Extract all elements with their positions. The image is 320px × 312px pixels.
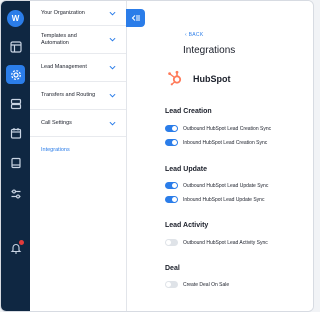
menu-item-lead-management[interactable]: Lead Management [30,54,126,82]
menu-item-templates-and-automation[interactable]: Templates and Automation [30,26,126,54]
chevron-down-icon [109,11,116,16]
dashboard-icon[interactable] [6,37,25,56]
toggle-label: Inbound HubSpot Lead Creation Sync [183,139,268,146]
menu-item-label: Your Organization [41,9,85,16]
menu-link-integrations[interactable]: Integrations [41,147,70,153]
bell-icon[interactable] [6,238,25,257]
book-icon[interactable] [6,153,25,172]
menu-item-label: Call Settings [41,119,72,126]
database-icon[interactable] [6,94,25,113]
toggle-label: Outbound HubSpot Lead Activity Sync [183,239,268,246]
menu-item-label: Templates and Automation [41,32,77,46]
back-link[interactable]: ‹ BACK [185,32,203,38]
collapse-icon [131,15,140,21]
calendar-icon[interactable] [6,123,25,142]
page-title: Integrations [183,45,236,56]
toggle-label: Inbound HubSpot Lead Update Sync [183,196,265,203]
chevron-down-icon [109,93,116,98]
section-title-lead-update: Lead Update [165,166,208,173]
section-title-lead-creation: Lead Creation [165,108,212,115]
chevron-down-icon [109,121,116,126]
routing-icon[interactable] [6,184,25,203]
toggle-row: Inbound HubSpot Lead Creation Sync [165,138,267,147]
settings-menu: Your Organization Templates and Automati… [30,1,127,311]
menu-item-transfers-and-routing[interactable]: Transfers and Routing [30,82,126,110]
menu-item-label: Lead Management [41,64,87,70]
menu-item-call-settings[interactable]: Call Settings [30,110,126,137]
hubspot-logo-icon [168,70,182,86]
toggle-label: Outbound HubSpot Lead Update Sync [183,182,269,189]
toggle-switch[interactable] [165,139,178,146]
toggle-row: Create Deal On Sale [165,280,229,289]
toggle-switch[interactable] [165,182,178,189]
integration-name: HubSpot [193,74,231,84]
toggle-label: Create Deal On Sale [183,281,230,288]
logo-icon[interactable]: W [6,9,25,28]
collapse-menu-button[interactable] [126,9,145,27]
section-title-lead-activity: Lead Activity [165,222,209,229]
toggle-label: Outbound HubSpot Lead Creation Sync [183,125,272,132]
toggle-row: Inbound HubSpot Lead Update Sync [165,195,264,204]
main-content: ‹ BACK Integrations HubSpot Lead Creatio… [145,1,313,311]
toggle-switch[interactable] [165,281,178,288]
toggle-row: Outbound HubSpot Lead Activity Sync [165,238,268,247]
icon-rail: W [1,1,30,311]
section-title-deal: Deal [165,265,180,272]
toggle-switch[interactable] [165,239,178,246]
app-window: W Your Organization Templates and Automa… [0,0,314,312]
chevron-down-icon [109,37,116,42]
menu-item-label: Transfers and Routing [41,92,96,98]
toggle-row: Outbound HubSpot Lead Creation Sync [165,124,271,133]
toggle-row: Outbound HubSpot Lead Update Sync [165,181,268,190]
back-label: BACK [188,32,204,38]
notification-badge [19,240,24,245]
menu-item-your-organization[interactable]: Your Organization [30,1,126,26]
toggle-switch[interactable] [165,196,178,203]
chevron-down-icon [109,65,116,70]
settings-icon[interactable] [6,65,25,84]
toggle-switch[interactable] [165,125,178,132]
